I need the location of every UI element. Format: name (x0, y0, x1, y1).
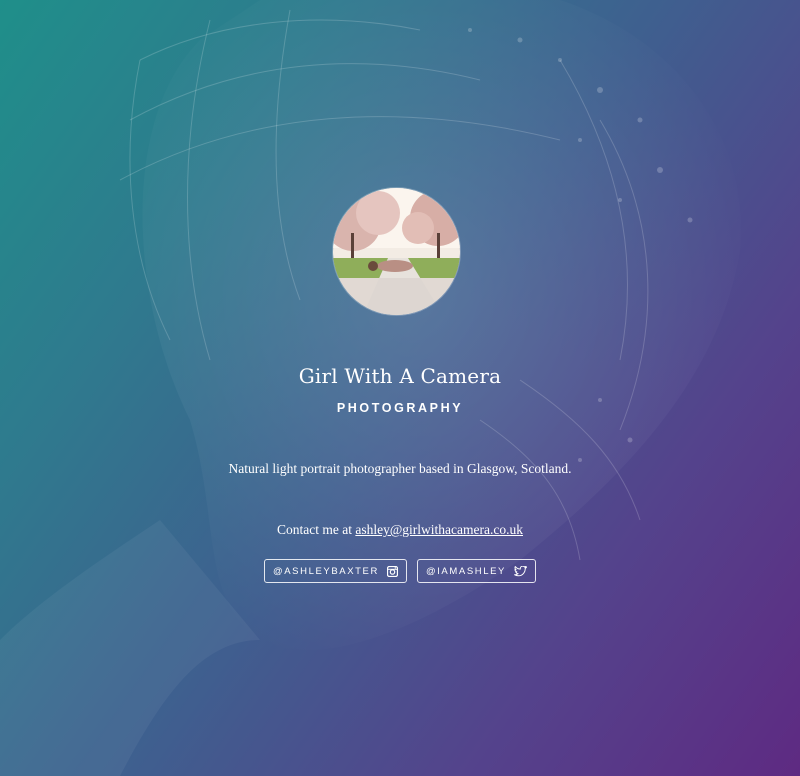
instagram-handle: @ASHLEYBAXTER (273, 565, 379, 577)
profile-card: Girl With A Camera PHOTOGRAPHY Natural l… (0, 0, 800, 776)
contact-line: Contact me at ashley@girlwithacamera.co.… (0, 522, 800, 538)
avatar[interactable] (333, 188, 460, 315)
instagram-button[interactable]: @ASHLEYBAXTER (264, 559, 407, 583)
twitter-handle: @IAMASHLEY (425, 565, 506, 577)
contact-prefix: Contact me at (277, 522, 356, 537)
bio-text: Natural light portrait photographer base… (228, 461, 572, 476)
page-subtitle: PHOTOGRAPHY (336, 401, 464, 415)
twitter-icon (514, 565, 527, 576)
avatar-photo-icon (333, 188, 460, 315)
twitter-button[interactable]: @IAMASHLEY (416, 559, 536, 583)
social-links: @ASHLEYBAXTER @IAMASHLEY (0, 559, 800, 583)
instagram-icon (386, 565, 398, 577)
email-link[interactable]: ashley@girlwithacamera.co.uk (355, 522, 523, 537)
page-title: Girl With A Camera (298, 364, 502, 388)
